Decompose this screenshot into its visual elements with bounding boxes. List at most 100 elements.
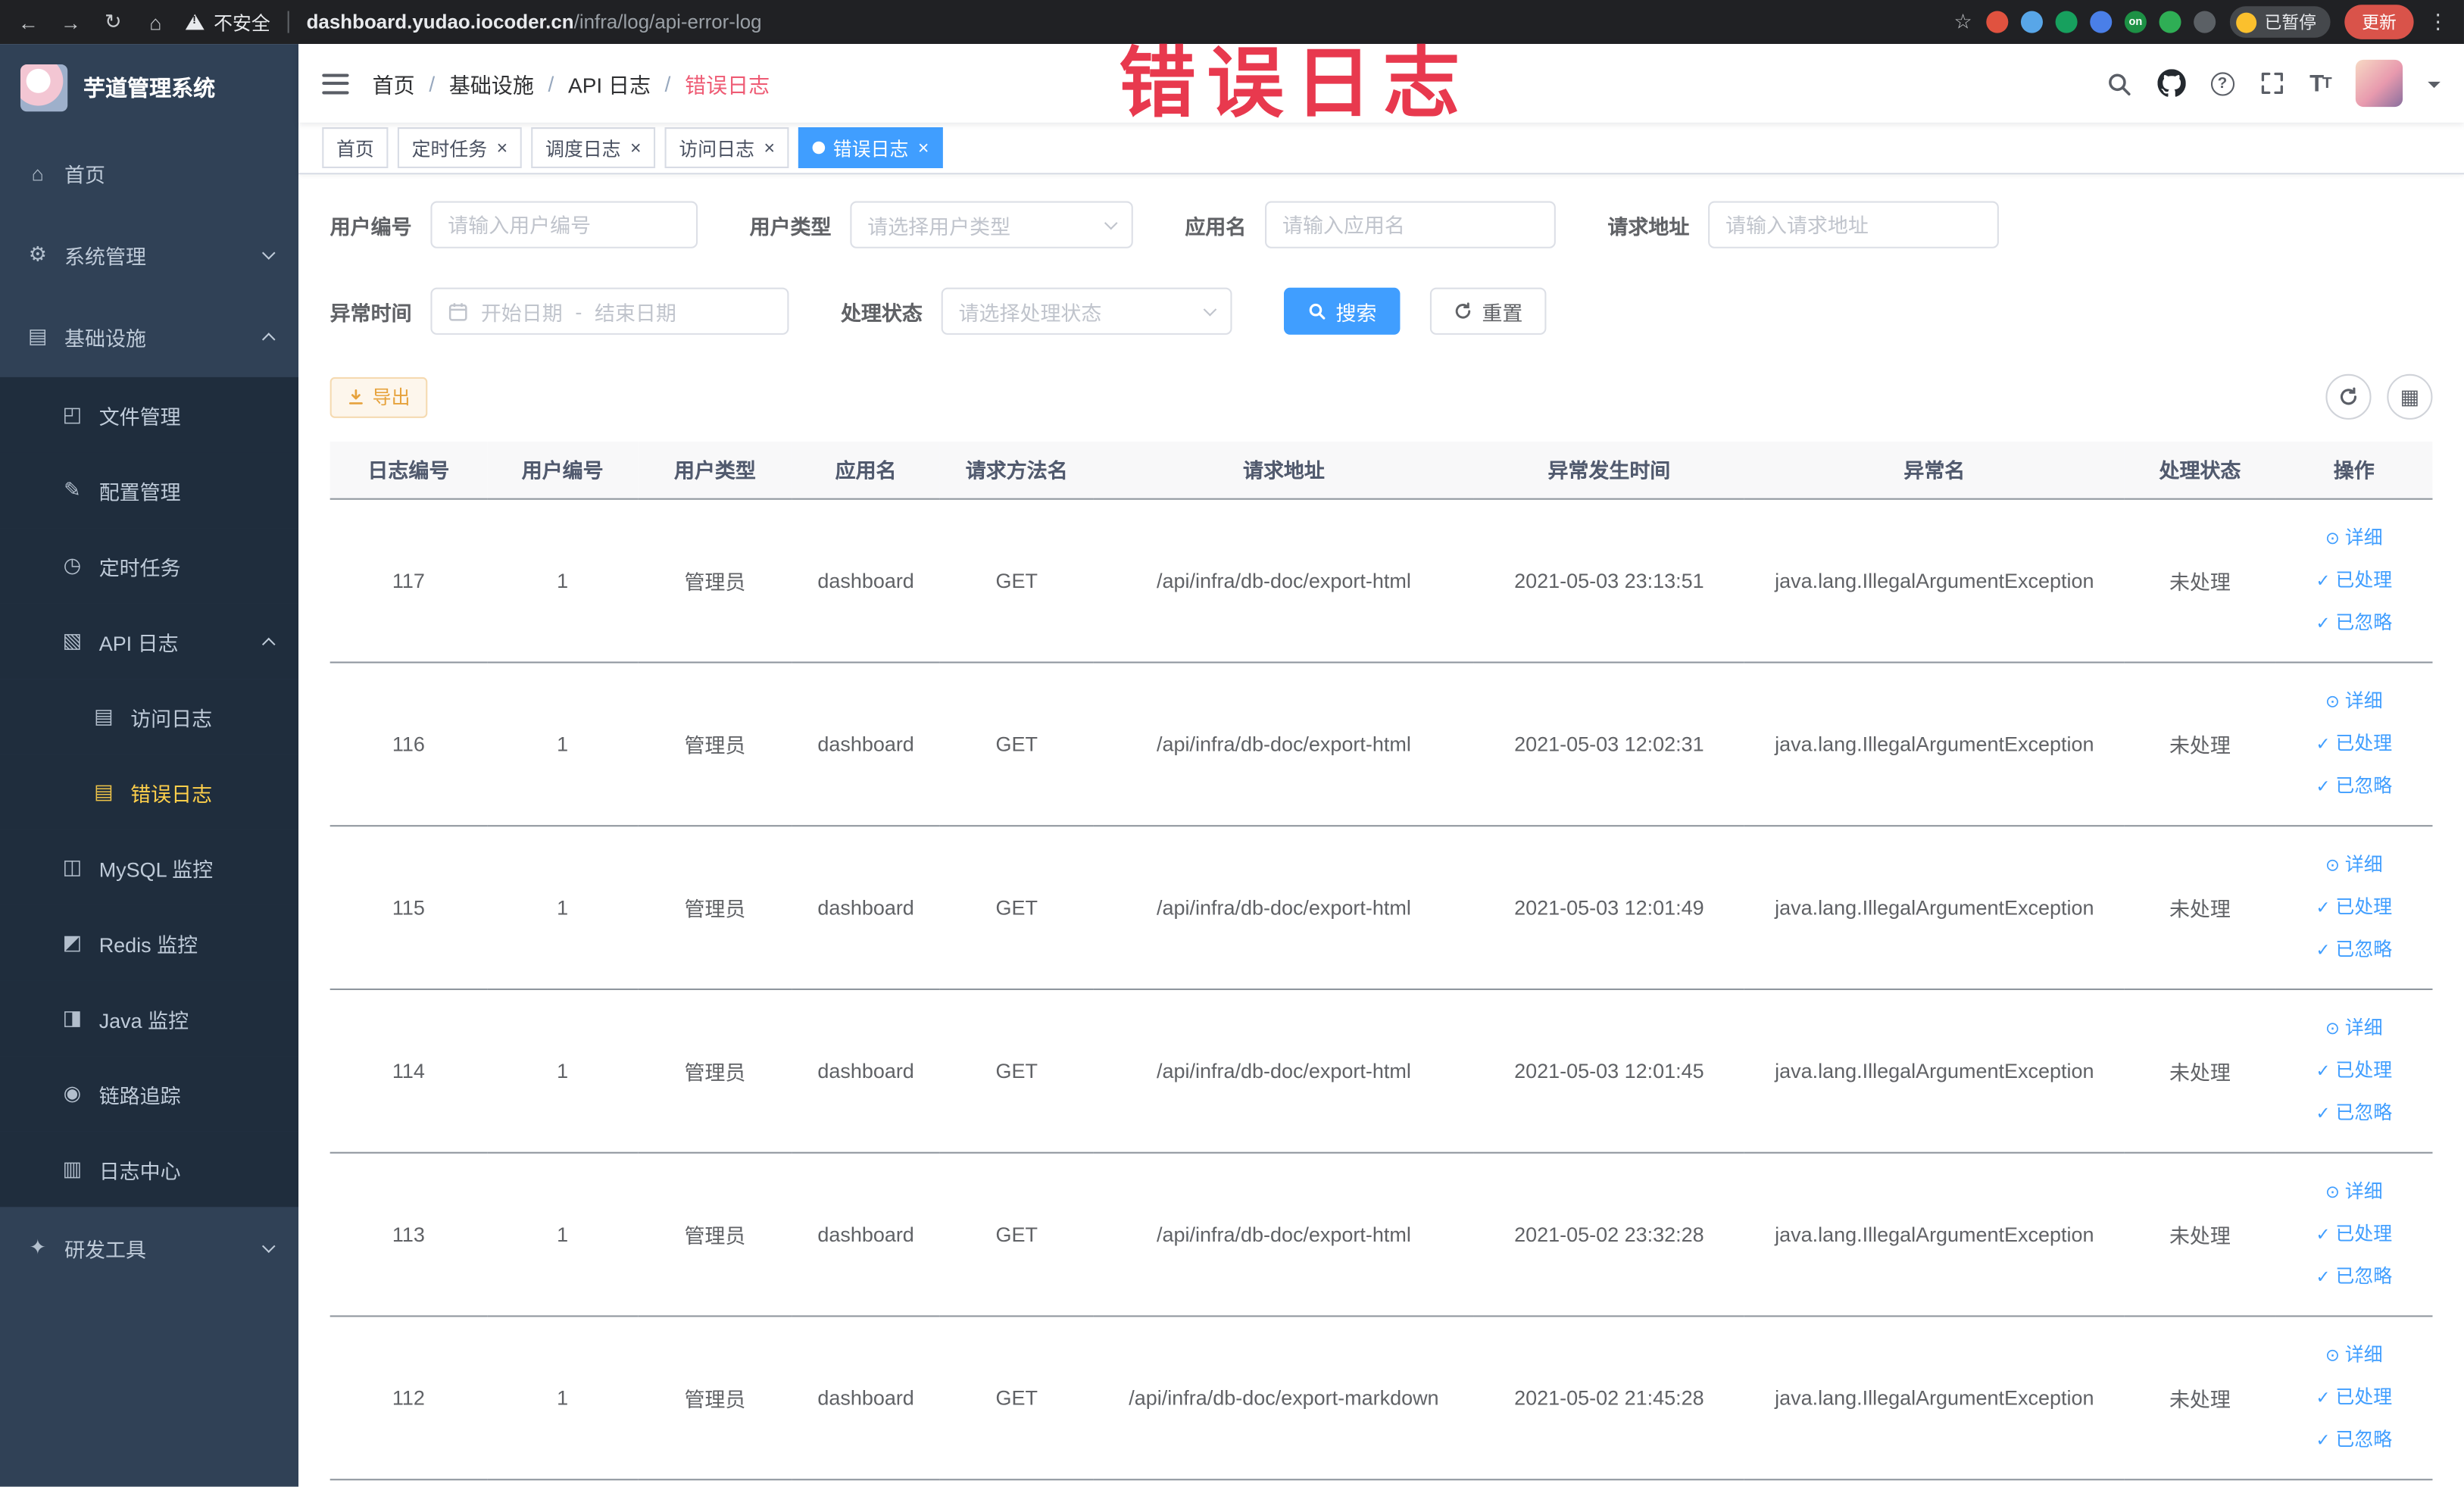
search-icon xyxy=(1309,303,1326,320)
app-name-input[interactable] xyxy=(1265,201,1556,248)
eye-icon: ⊙ xyxy=(2325,529,2340,548)
sidebar-item-dev-tools[interactable]: ✦ 研发工具 xyxy=(0,1207,298,1289)
redis-icon: ◩ xyxy=(62,930,83,954)
sidebar-item-scheduled-tasks[interactable]: ◷ 定时任务 xyxy=(0,528,299,604)
cell-exception-name: java.lang.IllegalArgumentException xyxy=(1744,1315,2125,1480)
sidebar-item-system-mgmt[interactable]: ⚙ 系统管理 xyxy=(0,214,298,295)
tools-icon: ✦ xyxy=(29,1235,47,1259)
extension-icon-blue-drop[interactable] xyxy=(2020,11,2043,33)
detail-link[interactable]: ⊙ 详细 xyxy=(2281,1170,2426,1213)
browser-menu-icon[interactable]: ⋮ xyxy=(2428,9,2448,34)
mark-ignored-link[interactable]: ✓ 已忽略 xyxy=(2281,928,2426,970)
sidebar-item-api-log[interactable]: ▧ API 日志 xyxy=(0,603,299,679)
detail-link[interactable]: ⊙ 详细 xyxy=(2281,1333,2426,1376)
active-dot xyxy=(812,141,826,155)
close-icon[interactable]: × xyxy=(764,136,775,158)
refresh-table-button[interactable] xyxy=(2325,373,2372,420)
cell-app-name: dashboard xyxy=(792,498,940,663)
mark-processed-link[interactable]: ✓ 已处理 xyxy=(2281,1376,2426,1418)
extension-icon-red[interactable] xyxy=(1986,11,2009,33)
cell-method: GET xyxy=(939,661,1094,826)
cell-user-type: 管理员 xyxy=(638,1151,792,1317)
browser-refresh-icon[interactable]: ↻ xyxy=(101,9,126,34)
sidebar-item-log-center[interactable]: ▥ 日志中心 xyxy=(0,1131,299,1207)
mark-processed-link[interactable]: ✓ 已处理 xyxy=(2281,722,2426,764)
mark-processed-link[interactable]: ✓ 已处理 xyxy=(2281,559,2426,601)
sidebar-item-infrastructure[interactable]: ▤ 基础设施 xyxy=(0,295,298,377)
mark-ignored-link[interactable]: ✓ 已忽略 xyxy=(2281,1092,2426,1134)
sidebar-item-mysql-monitor[interactable]: ◫ MySQL 监控 xyxy=(0,829,299,905)
extension-icon-blue-grid[interactable] xyxy=(2090,11,2113,33)
cell-status: 未处理 xyxy=(2124,1151,2276,1317)
user-type-select[interactable]: 请选择用户类型 xyxy=(850,201,1133,248)
hamburger-icon[interactable] xyxy=(322,73,349,94)
detail-link[interactable]: ⊙ 详细 xyxy=(2281,1007,2426,1049)
reset-button[interactable]: 重置 xyxy=(1429,287,1547,335)
search-icon[interactable] xyxy=(2105,70,2131,96)
tab-home[interactable]: 首页 xyxy=(322,127,389,168)
sidebar-item-access-log[interactable]: ▤ 访问日志 xyxy=(0,679,299,754)
cell-app-name: dashboard xyxy=(792,661,940,826)
exception-time-range[interactable]: 开始日期 - 结束日期 xyxy=(430,287,789,335)
search-button[interactable]: 搜索 xyxy=(1284,287,1401,335)
close-icon[interactable]: × xyxy=(497,136,508,158)
cell-log-id: 113 xyxy=(329,1151,488,1317)
tab-access-log[interactable]: 访问日志 × xyxy=(664,127,789,168)
gear-icon: ⚙ xyxy=(28,242,47,266)
extension-icon-green-circle[interactable] xyxy=(2055,11,2078,33)
tab-scheduled-tasks[interactable]: 定时任务 × xyxy=(397,127,522,168)
table-row: 116 1 管理员 dashboard GET/api/infra/db-doc/exp… xyxy=(329,661,2433,826)
cell-exception-time: 2021-05-02 21:45:28 xyxy=(1473,1315,1744,1480)
security-indicator[interactable]: 不安全 xyxy=(185,8,270,35)
detail-link[interactable]: ⊙ 详细 xyxy=(2281,843,2426,886)
sidebar-item-home[interactable]: ⌂ 首页 xyxy=(0,132,298,214)
export-button[interactable]: 导出 xyxy=(329,376,428,417)
bookmark-star-icon[interactable]: ☆ xyxy=(1953,9,1972,34)
fullscreen-icon[interactable] xyxy=(2259,70,2284,95)
cell-user-id: 1 xyxy=(487,825,639,989)
eye-icon: ⊙ xyxy=(2325,1345,2340,1365)
column-settings-button[interactable]: ▦ xyxy=(2387,373,2433,420)
extension-icon-green-on[interactable]: on xyxy=(2124,11,2147,33)
mark-processed-link[interactable]: ✓ 已处理 xyxy=(2281,1213,2426,1255)
mark-ignored-link[interactable]: ✓ 已忽略 xyxy=(2281,1418,2426,1460)
browser-home-icon[interactable]: ⌂ xyxy=(143,10,168,33)
browser-forward-icon[interactable]: → xyxy=(58,10,83,33)
url-bar[interactable]: dashboard.yudao.iocoder.cn/infra/log/api… xyxy=(307,11,762,33)
request-url-input[interactable] xyxy=(1708,201,2000,248)
tab-schedule-log[interactable]: 调度日志 × xyxy=(531,127,656,168)
detail-link[interactable]: ⊙ 详细 xyxy=(2281,679,2426,722)
process-status-select[interactable]: 请选择处理状态 xyxy=(941,287,1232,335)
sidebar-item-config-mgmt[interactable]: ✎ 配置管理 xyxy=(0,452,299,529)
cell-exception-name: java.lang.IllegalArgumentException xyxy=(1744,1151,2125,1317)
font-size-icon[interactable]: TT xyxy=(2309,70,2332,96)
extension-icon-leaf[interactable] xyxy=(2159,11,2181,33)
close-icon[interactable]: × xyxy=(918,136,929,158)
detail-link[interactable]: ⊙ 详细 xyxy=(2281,517,2426,559)
mark-processed-link[interactable]: ✓ 已处理 xyxy=(2281,1049,2426,1092)
chevron-down-icon[interactable] xyxy=(2428,80,2441,94)
sidebar-item-file-mgmt[interactable]: ◰ 文件管理 xyxy=(0,376,299,453)
mark-processed-link[interactable]: ✓ 已处理 xyxy=(2281,886,2426,928)
breadcrumb-item[interactable]: 首页 xyxy=(373,67,415,98)
avatar[interactable] xyxy=(2355,59,2403,108)
paused-badge[interactable]: 已暂停 xyxy=(2229,6,2331,38)
user-id-input[interactable] xyxy=(430,201,698,248)
browser-back-icon[interactable]: ← xyxy=(16,10,41,33)
tab-error-log[interactable]: 错误日志 × xyxy=(798,127,944,168)
sidebar-item-error-log[interactable]: ▤ 错误日志 xyxy=(0,754,299,830)
sidebar-item-trace[interactable]: ◉ 链路追踪 xyxy=(0,1056,299,1132)
github-icon[interactable] xyxy=(2156,69,2186,97)
mark-ignored-link[interactable]: ✓ 已忽略 xyxy=(2281,764,2426,807)
sidebar-item-redis-monitor[interactable]: ◩ Redis 监控 xyxy=(0,904,299,981)
mark-ignored-link[interactable]: ✓ 已忽略 xyxy=(2281,601,2426,644)
extension-icon-dark[interactable] xyxy=(2194,11,2216,33)
app-logo[interactable]: 芋道管理系统 xyxy=(0,44,298,132)
sidebar-item-java-monitor[interactable]: ◨ Java 监控 xyxy=(0,980,299,1057)
breadcrumb-item[interactable]: API 日志 xyxy=(568,67,651,98)
mark-ignored-link[interactable]: ✓ 已忽略 xyxy=(2281,1255,2426,1298)
close-icon[interactable]: × xyxy=(630,136,642,158)
browser-update-button[interactable]: 更新 xyxy=(2344,5,2414,39)
breadcrumb-item[interactable]: 基础设施 xyxy=(449,67,534,98)
help-icon[interactable]: ? xyxy=(2210,71,2234,95)
